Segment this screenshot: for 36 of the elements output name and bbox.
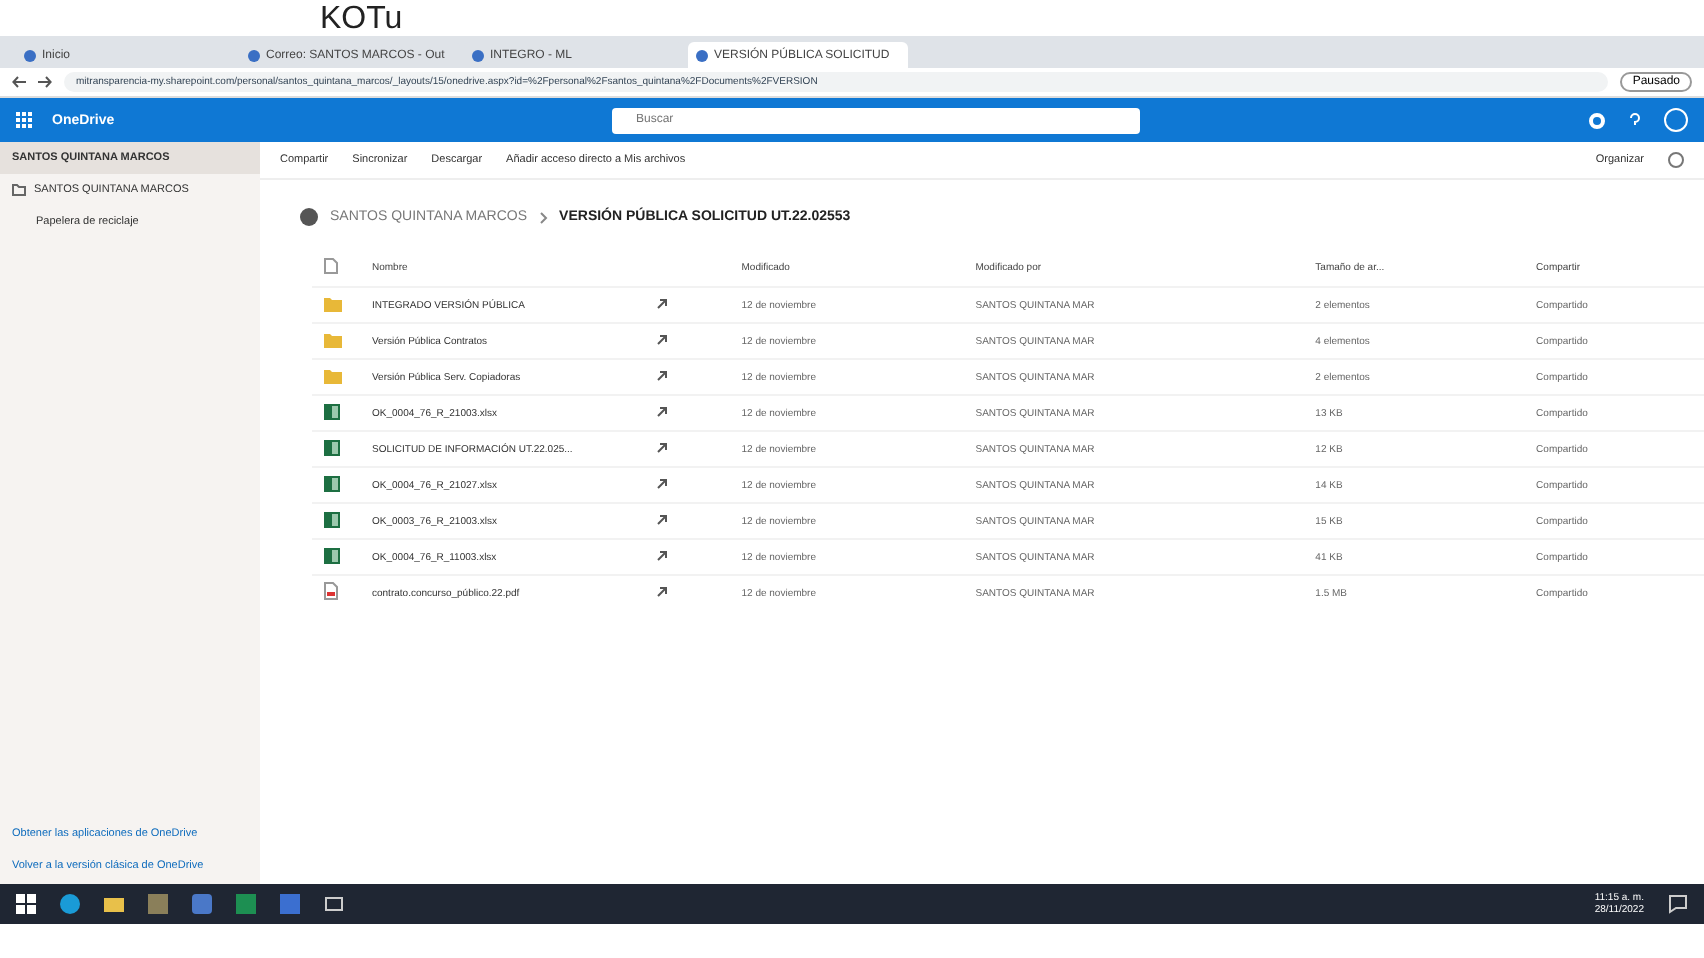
folder-icon [12,184,26,196]
shared-icon [656,477,668,489]
info-icon[interactable] [1668,152,1684,168]
shared-icon [656,549,668,561]
shared-icon [656,333,668,345]
back-icon[interactable] [12,76,26,88]
help-icon[interactable] [1626,111,1644,129]
spreadsheet-icon [324,475,340,491]
shared-icon [656,297,668,309]
browser-icon[interactable] [60,894,80,914]
window-icon[interactable] [324,894,344,914]
spreadsheet-icon [324,511,340,527]
document-icon [324,582,338,600]
settings-icon[interactable] [1588,111,1606,129]
file-type-icon [324,258,338,274]
notification-icon[interactable] [1668,894,1688,914]
shared-icon [656,513,668,525]
folder-icon [324,295,342,311]
folder-icon [324,331,342,347]
forward-icon[interactable] [38,76,52,88]
app-launcher-icon[interactable] [16,112,32,128]
account-icon [300,208,318,226]
folder-icon [324,367,342,383]
app-icon[interactable] [192,894,212,914]
shared-icon [656,585,668,597]
spreadsheet-icon [324,403,340,419]
spreadsheet-icon [324,547,340,563]
chevron-icon [539,211,548,223]
shared-icon [656,405,668,417]
shared-icon [656,369,668,381]
folder-icon[interactable] [104,894,124,914]
account-icon[interactable] [1664,108,1688,132]
shared-icon [656,441,668,453]
header-text: KOTu [320,2,403,36]
spreadsheet-icon [324,439,340,455]
start-icon[interactable] [16,894,36,914]
